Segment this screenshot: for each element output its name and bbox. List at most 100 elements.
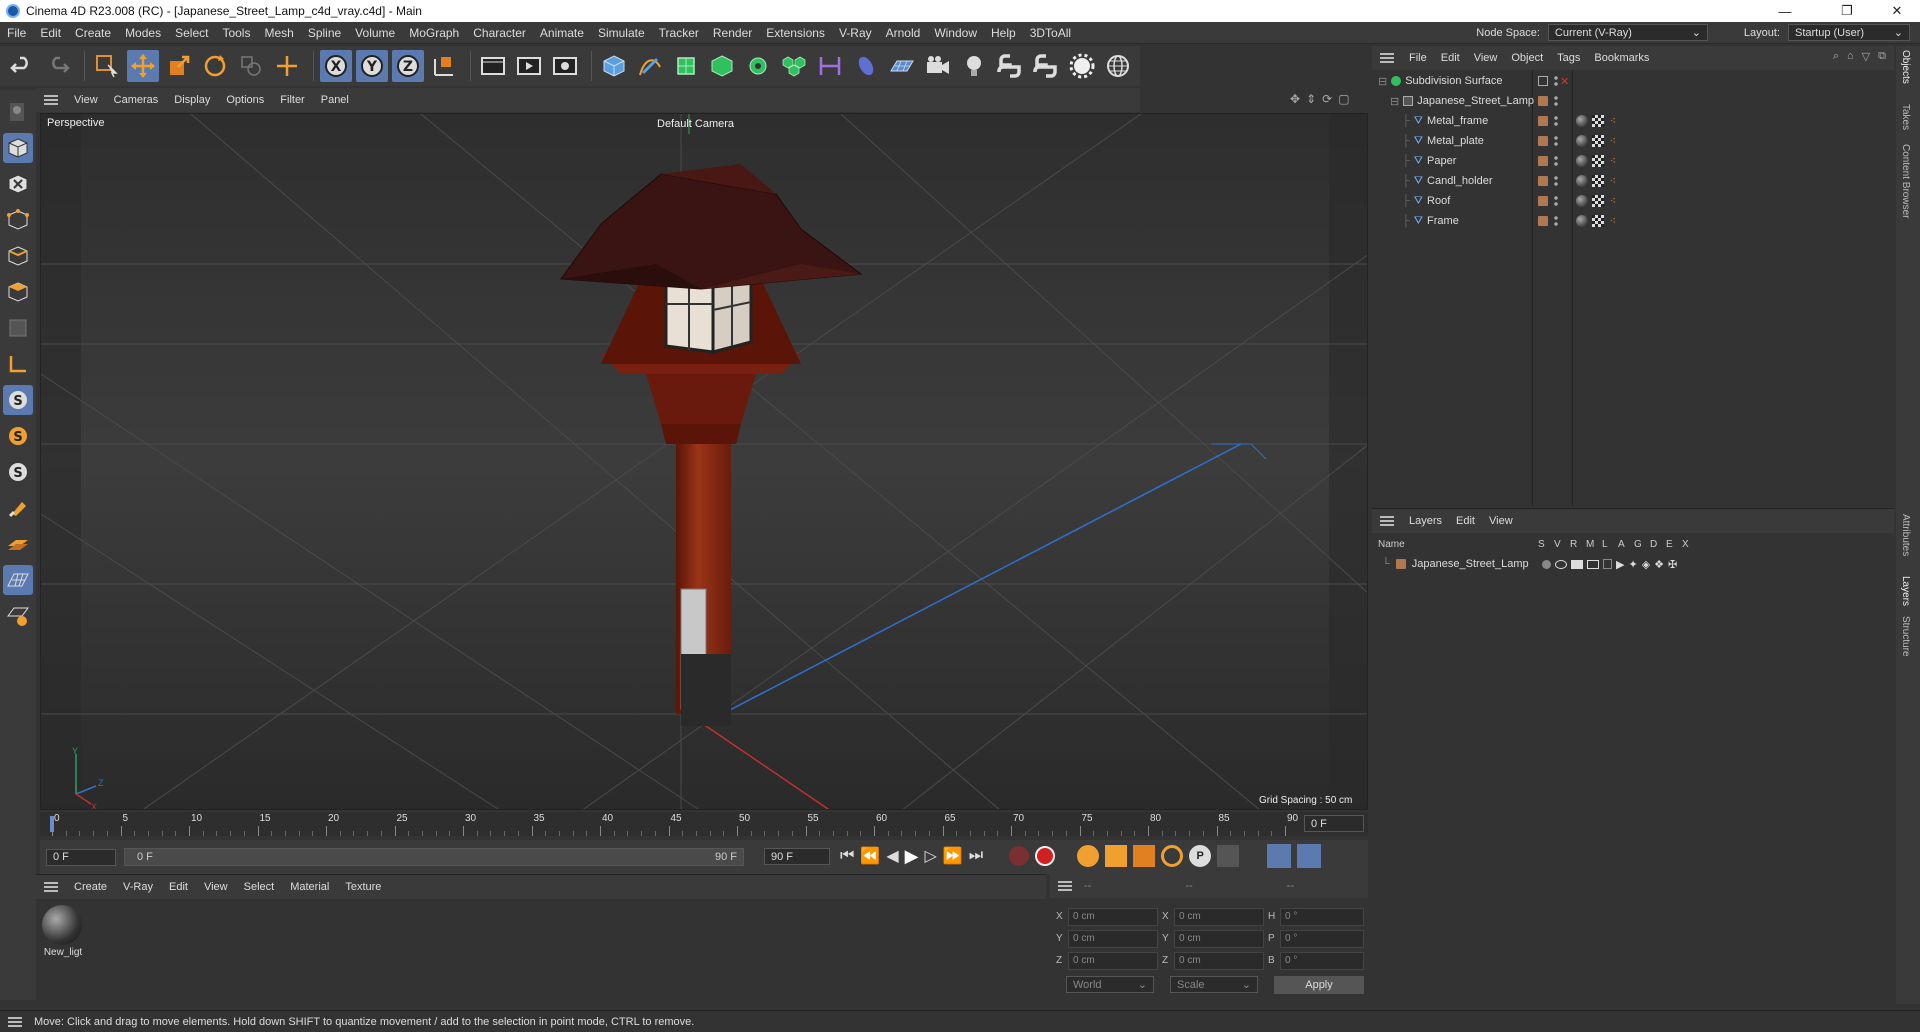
visibility-dots-icon[interactable] [1554, 196, 1558, 206]
menu-select[interactable]: Select [168, 26, 215, 40]
rot-h-field[interactable]: 0 ° [1280, 908, 1364, 926]
object-row-japanese-street-lamp[interactable]: ⊟ Japanese_Street_Lamp [1372, 91, 1894, 111]
object-menu-object[interactable]: Object [1504, 52, 1550, 64]
disabled-x-icon[interactable]: ✕ [1560, 75, 1569, 88]
workplane-icon[interactable] [3, 529, 33, 559]
viewport-menu-panel[interactable]: Panel [313, 94, 357, 106]
layer-color-swatch[interactable] [1538, 156, 1548, 166]
object-row[interactable]: ├ ⛛ Roof ⁖ [1372, 191, 1894, 211]
menu-modes[interactable]: Modes [118, 26, 168, 40]
redo-button[interactable] [42, 50, 74, 82]
menu-spline[interactable]: Spline [301, 26, 348, 40]
menu-animate[interactable]: Animate [533, 26, 591, 40]
object-row-subdivision-surface[interactable]: ⊟ Subdivision Surface ✕ [1372, 71, 1894, 91]
layer-color-swatch[interactable] [1538, 196, 1548, 206]
camera-icon[interactable] [922, 50, 954, 82]
play-icon[interactable]: ▶ [905, 846, 919, 867]
move-tool-icon[interactable] [127, 50, 159, 82]
menu-create[interactable]: Create [68, 26, 118, 40]
transform-tool-icon[interactable] [235, 50, 267, 82]
tab-content-browser[interactable]: Content Browser [1900, 144, 1911, 218]
timeline-window-icon[interactable] [1267, 844, 1292, 868]
rot-b-field[interactable]: 0 ° [1280, 952, 1364, 970]
selection-tag-icon[interactable]: ⁖ [1610, 216, 1616, 227]
playhead[interactable] [50, 816, 54, 832]
object-menu-file[interactable]: File [1402, 52, 1434, 64]
material-menu-create[interactable]: Create [66, 881, 115, 893]
filter-icon[interactable]: ▽ [1862, 50, 1870, 63]
viewport-menu-filter[interactable]: Filter [272, 94, 312, 106]
tab-structure[interactable]: Structure [1900, 616, 1911, 657]
manager-icon[interactable] [1587, 559, 1599, 569]
extrude-generator-icon[interactable] [706, 50, 738, 82]
menu-simulate[interactable]: Simulate [591, 26, 652, 40]
grid-icon[interactable] [3, 565, 33, 595]
snap-workplane-icon[interactable]: S [3, 457, 33, 487]
xrefs-icon[interactable]: ✠ [1668, 558, 1677, 571]
edges-mode-icon[interactable] [3, 241, 33, 271]
menu-character[interactable]: Character [466, 26, 533, 40]
visibility-dots-icon[interactable] [1554, 96, 1558, 106]
home-icon[interactable]: ⌂ [1847, 50, 1854, 63]
pos-y-field[interactable]: 0 cm [1068, 930, 1158, 948]
render-settings-icon[interactable] [549, 50, 581, 82]
model-mode-icon[interactable] [3, 133, 33, 163]
visibility-dots-icon[interactable] [1554, 136, 1558, 146]
tree-toggle-icon[interactable]: ⊟ [1390, 95, 1399, 108]
undo-button[interactable] [6, 50, 38, 82]
layer-menu-view[interactable]: View [1482, 515, 1520, 527]
uvw-tag-icon[interactable] [1592, 155, 1604, 167]
selection-tag-icon[interactable]: ⁖ [1610, 136, 1616, 147]
uvw-tag-icon[interactable] [1592, 135, 1604, 147]
viewport-hamburger-icon[interactable] [44, 95, 58, 105]
expressions-icon[interactable]: ❖ [1654, 558, 1664, 571]
size-y-field[interactable]: 0 cm [1174, 930, 1264, 948]
layout-dropdown[interactable]: Startup (User) ⌄ [1788, 24, 1910, 41]
frame-range-slider[interactable]: 0 F 90 F [124, 848, 744, 866]
viewport-menu-cameras[interactable]: Cameras [106, 94, 167, 106]
rotation-key-icon[interactable] [1161, 845, 1184, 867]
orbit-icon[interactable]: ⟳ [1322, 92, 1332, 106]
material-tag-icon[interactable] [1576, 195, 1588, 207]
record-off-icon[interactable] [1009, 846, 1030, 866]
new-window-icon[interactable]: ⧉ [1878, 50, 1886, 63]
viewport-menu-view[interactable]: View [66, 94, 106, 106]
locked-workplane-icon[interactable] [3, 601, 33, 631]
python-script-icon[interactable] [1030, 50, 1062, 82]
status-hamburger-icon[interactable] [8, 1016, 22, 1027]
menu-mesh[interactable]: Mesh [257, 26, 300, 40]
next-frame-icon[interactable]: ▷ [924, 846, 936, 866]
visibility-dots-icon[interactable] [1554, 176, 1558, 186]
previous-key-icon[interactable]: ⏪ [860, 846, 880, 866]
menu-file[interactable]: File [0, 26, 33, 40]
material-menu-edit[interactable]: Edit [161, 881, 196, 893]
material-menu-vray[interactable]: V-Ray [115, 881, 161, 893]
pen-spline-icon[interactable] [634, 50, 666, 82]
position-key-icon[interactable] [1105, 845, 1128, 867]
render-picture-viewer-icon[interactable] [513, 50, 545, 82]
search-icon[interactable]: ⌕ [1833, 50, 1839, 63]
go-to-start-icon[interactable]: ⏮ [840, 847, 854, 865]
material-menu-view[interactable]: View [196, 881, 236, 893]
polygons-mode-icon[interactable] [3, 277, 33, 307]
material-tag-icon[interactable] [1576, 155, 1588, 167]
render-view-icon[interactable] [477, 50, 509, 82]
apply-button[interactable]: Apply [1274, 976, 1364, 994]
viewport-menu-options[interactable]: Options [218, 94, 272, 106]
uvw-tag-icon[interactable] [1592, 175, 1604, 187]
material-menu-select[interactable]: Select [236, 881, 283, 893]
menu-volume[interactable]: Volume [348, 26, 402, 40]
rot-p-field[interactable]: 0 ° [1280, 930, 1364, 948]
globe-icon[interactable] [1102, 50, 1134, 82]
3d-viewport[interactable]: Perspective Default Camera Grid Spacing … [40, 113, 1368, 810]
point-level-key-icon[interactable] [1217, 845, 1240, 867]
material-swatch[interactable]: New_ligt [42, 905, 84, 958]
enabled-checkbox[interactable] [1538, 76, 1548, 86]
dope-sheet-icon[interactable] [1297, 844, 1322, 868]
lock-icon[interactable] [1603, 559, 1612, 569]
next-key-icon[interactable]: ⏩ [943, 846, 963, 866]
dolly-icon[interactable]: ⇕ [1306, 92, 1316, 106]
object-menu-bookmarks[interactable]: Bookmarks [1587, 52, 1656, 64]
render-icon[interactable] [1571, 559, 1583, 569]
autokey-icon[interactable] [1035, 846, 1056, 866]
